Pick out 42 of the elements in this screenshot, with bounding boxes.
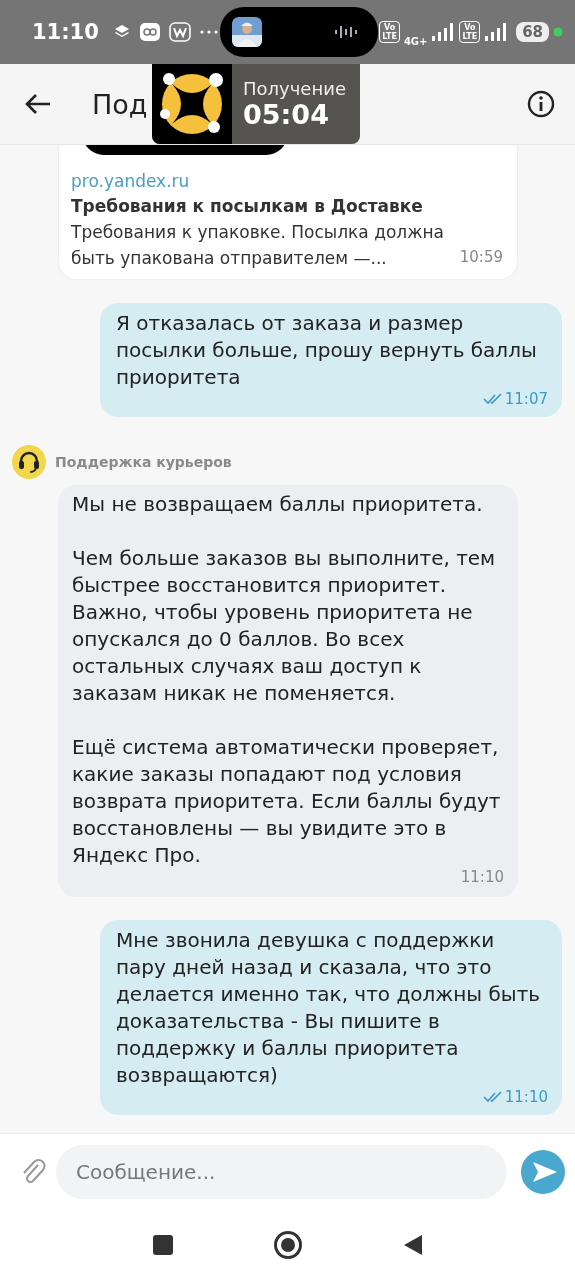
send-icon: [532, 1161, 558, 1183]
volte-badge: Vo LTE: [459, 21, 481, 43]
message-text: Мне звонила девушка с поддержки пару дней назад и сказала, что это делается именно так, что должны быть доказательства - Вы пишите в поддержку и баллы приоритета возвращаются): [116, 927, 542, 1089]
recents-button[interactable]: [152, 1235, 173, 1255]
message-time: 10:59: [459, 247, 503, 268]
signal-icon: [484, 22, 509, 42]
info-icon: [527, 90, 555, 118]
send-button[interactable]: [521, 1150, 565, 1194]
sound-wave-icon: [334, 24, 360, 40]
status-dot-icon: [553, 27, 563, 37]
message-time: 11:07: [504, 388, 548, 410]
back-nav-button[interactable]: [402, 1234, 423, 1256]
back-arrow-icon: [24, 92, 52, 116]
message-text: Чем больше заказов вы выполните, тем быстрее восстановится приоритет. Важно, чтобы уровень приоритета не опускался до 0 баллов. Во всех остальных случаях ваш доступ к заказам никак не поменяется.: [72, 545, 497, 707]
headset-avatar-icon: [12, 445, 46, 479]
media-island[interactable]: [220, 7, 378, 57]
message-text: Мы не возвращаем баллы приоритета.: [72, 491, 484, 518]
network-type: 4G+: [403, 35, 428, 47]
home-button[interactable]: [272, 1230, 303, 1260]
link-preview-card[interactable]: pro.yandex.ru Требования к посылкам в Доставке Требования к упаковке. Посылка должна быть упакована отправителем —... 10:59: [58, 145, 518, 280]
more-icon: [198, 29, 219, 35]
back-triangle-icon: [402, 1234, 423, 1256]
home-circle-icon: [272, 1230, 303, 1260]
volte-badge: Vo LTE: [379, 21, 400, 43]
notification-label: Получение: [243, 78, 346, 99]
app-icon: [168, 22, 191, 42]
message-text: Я отказалась от заказа и размер посылки больше, прошу вернуть баллы приоритета: [116, 310, 538, 391]
signal-icon: [431, 22, 456, 42]
message-time: 11:10: [504, 1086, 548, 1108]
message-input-field[interactable]: Сообщение...: [56, 1145, 507, 1199]
square-icon: [152, 1235, 173, 1255]
chat-title: Под: [92, 88, 148, 120]
notification-overlay[interactable]: Получение 05:04: [152, 64, 360, 144]
countdown-timer: 05:04: [243, 99, 330, 130]
sender-name: Поддержка курьеров: [55, 454, 232, 470]
link-description: Требования к упаковке. Посылка должна быть упакована отправителем —...: [71, 221, 445, 270]
link-title: Требования к посылкам в Доставке: [71, 195, 424, 218]
message-text: Ещё система автоматически проверяет, какие заказы попадают под условия возврата приоритета. Если баллы будут восстановлены — вы увидите это в Яндекс Про.: [72, 734, 502, 869]
message-time: 11:10: [460, 866, 504, 888]
clock: 11:10: [32, 20, 99, 44]
battery-level: 68: [516, 22, 549, 42]
app-icon: [138, 22, 161, 42]
